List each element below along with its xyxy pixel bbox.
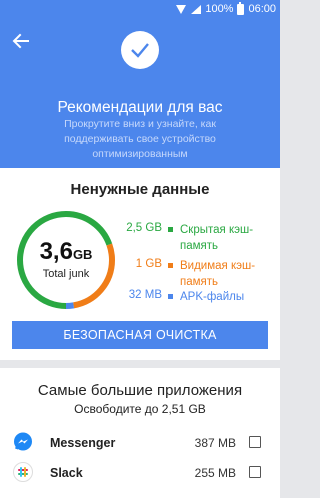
total-junk-unit: GB — [72, 247, 93, 262]
app-checkbox[interactable] — [249, 466, 261, 478]
check-icon — [131, 43, 149, 58]
largest-apps-title: Самые большие приложения — [37, 382, 243, 399]
total-junk-label: Total junk — [42, 268, 90, 280]
legend-item-hidden-cache: 2,5 GB Скрытая кэш-память — [120, 222, 280, 254]
junk-title: Ненужные данные — [70, 181, 210, 198]
legend-label: Видимая кэш-память — [180, 260, 256, 288]
status-bar: 100% 06:00 — [0, 0, 280, 20]
legend-label: Скрытая кэш-память — [180, 224, 254, 252]
legend-swatch — [168, 227, 173, 232]
app-size: 255 MB — [194, 466, 236, 480]
success-badge — [121, 31, 159, 69]
app-checkbox[interactable] — [249, 436, 261, 448]
legend-label: APK-файлы — [180, 291, 245, 303]
app-name: Slack — [50, 466, 83, 480]
legend-swatch — [168, 294, 173, 299]
recommendations-subtitle: Прокрутите вниз и узнайте, как поддержив… — [64, 118, 216, 160]
back-button[interactable] — [10, 30, 32, 52]
legend-item-visible-cache: 1 GB Видимая кэш-память — [120, 258, 280, 290]
legend-value: 1 GB — [135, 258, 162, 270]
legend-item-apk-files: 32 MB APK-файлы — [120, 289, 280, 307]
recommendations-title: Рекомендации для вас — [57, 99, 223, 116]
legend-value: 32 MB — [128, 289, 162, 301]
safe-clean-button[interactable]: БЕЗОПАСНАЯ ОЧИСТКА — [12, 321, 268, 349]
total-junk-number: 3,6 — [39, 238, 73, 265]
donut-center: 3,6GB Total junk — [14, 208, 118, 312]
battery-percent: 100% — [205, 3, 234, 15]
signal-icon — [191, 4, 202, 14]
wifi-icon — [176, 4, 187, 14]
app-size: 387 MB — [194, 436, 236, 450]
header: 100% 06:00 Рекомендации для вас Прокрути… — [0, 0, 280, 168]
total-junk-value: 3,6GB — [14, 238, 118, 266]
largest-apps-subtitle: Освободите до 2,51 GB — [74, 402, 206, 416]
status-time: 06:00 — [248, 3, 276, 15]
app-row-messenger[interactable]: Messenger 387 MB — [0, 430, 280, 460]
app-name: Messenger — [50, 436, 116, 450]
arrow-left-icon — [12, 33, 29, 49]
messenger-icon — [13, 432, 33, 452]
app-row-slack[interactable]: Slack 255 MB — [0, 461, 280, 491]
battery-icon — [237, 1, 245, 15]
legend-value: 2,5 GB — [126, 222, 162, 234]
legend-swatch — [168, 263, 173, 268]
slack-icon — [13, 462, 33, 482]
